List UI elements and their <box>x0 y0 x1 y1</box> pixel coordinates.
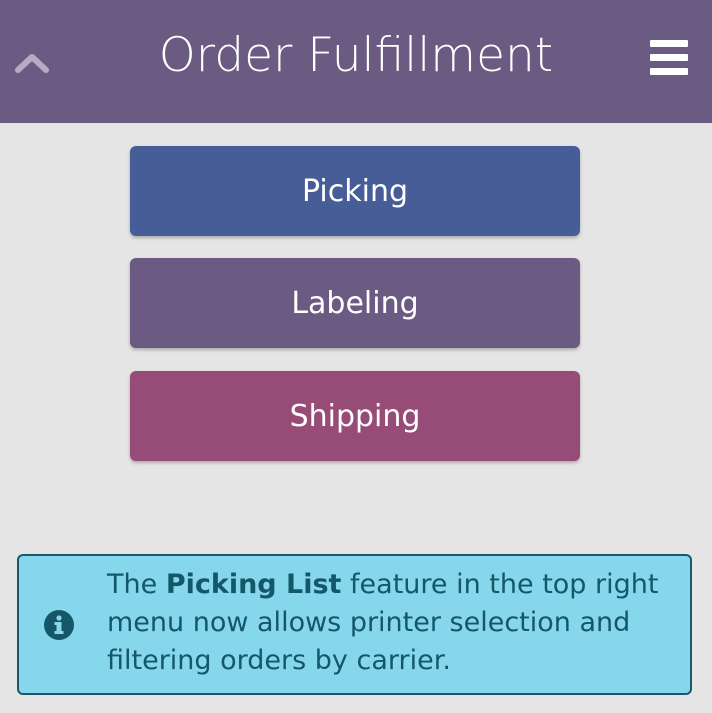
picking-button[interactable]: Picking <box>130 146 580 236</box>
labeling-button[interactable]: Labeling <box>130 258 580 348</box>
page-title: Order Fulfillment <box>158 28 554 83</box>
info-alert: The Picking List feature in the top righ… <box>17 554 692 695</box>
hamburger-menu-icon[interactable] <box>650 38 688 76</box>
shipping-button[interactable]: Shipping <box>130 371 580 461</box>
info-icon <box>44 610 74 640</box>
alert-text-before: The <box>107 569 166 600</box>
alert-highlight: Picking List <box>165 569 342 600</box>
app-header: Order Fulfillment <box>0 0 712 123</box>
alert-message: The Picking List feature in the top righ… <box>107 566 677 680</box>
